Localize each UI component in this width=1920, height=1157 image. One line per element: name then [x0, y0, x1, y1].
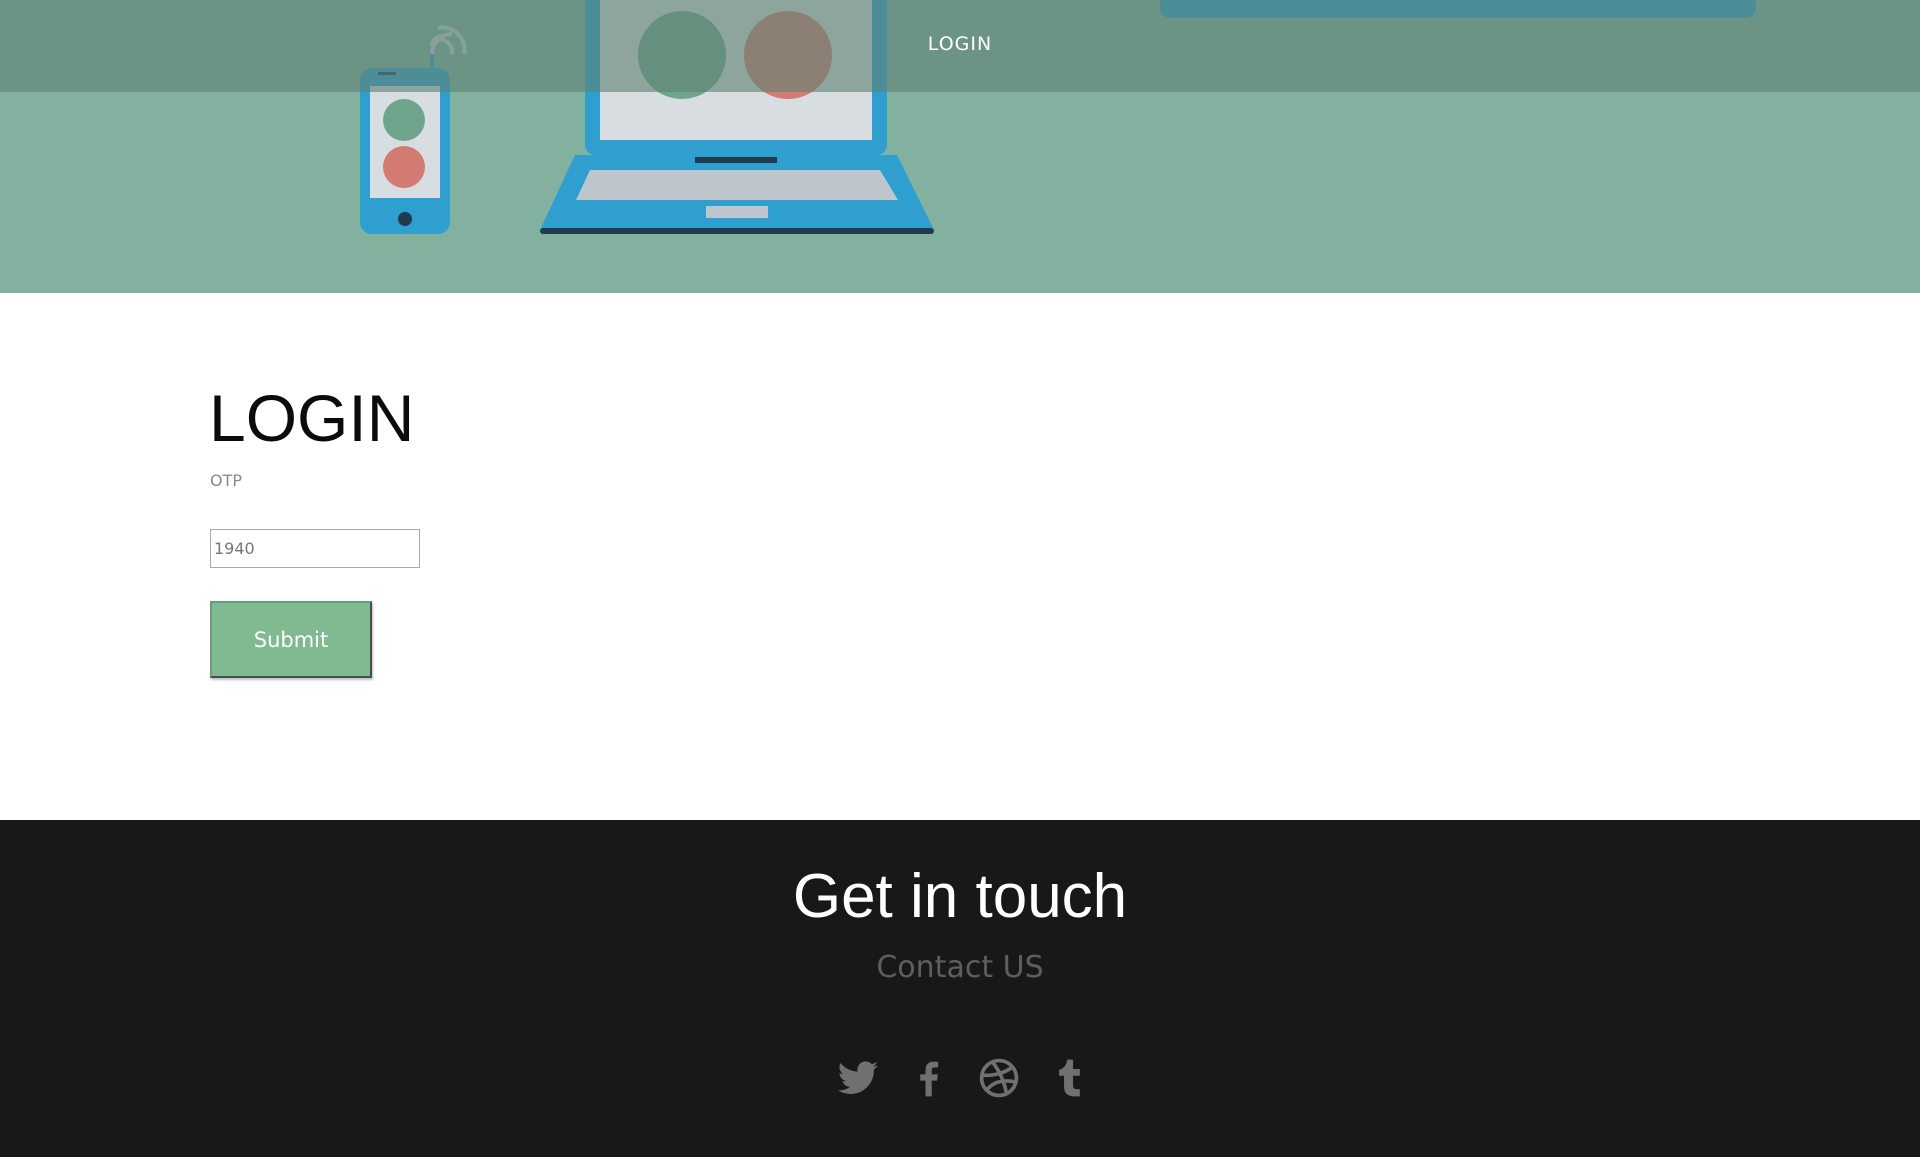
facebook-icon[interactable]: [907, 1056, 951, 1100]
otp-input[interactable]: [210, 529, 420, 568]
nav-login-link[interactable]: LOGIN: [910, 33, 1010, 55]
submit-button[interactable]: Submit: [210, 601, 372, 678]
footer-title: Get in touch: [792, 862, 1128, 931]
navbar: LOGIN: [0, 0, 1920, 92]
footer-subtitle: Contact US: [876, 950, 1044, 985]
hero-banner: LOGIN: [0, 0, 1920, 293]
dribbble-icon[interactable]: [977, 1056, 1021, 1100]
otp-label: OTP: [210, 471, 243, 490]
twitter-icon[interactable]: [836, 1056, 880, 1100]
social-links: [0, 1056, 1920, 1106]
footer: Get in touch Contact US: [0, 820, 1920, 1157]
tumblr-icon[interactable]: [1047, 1056, 1091, 1100]
login-section: LOGIN OTP Submit: [0, 293, 1920, 820]
login-title: LOGIN: [209, 381, 415, 455]
